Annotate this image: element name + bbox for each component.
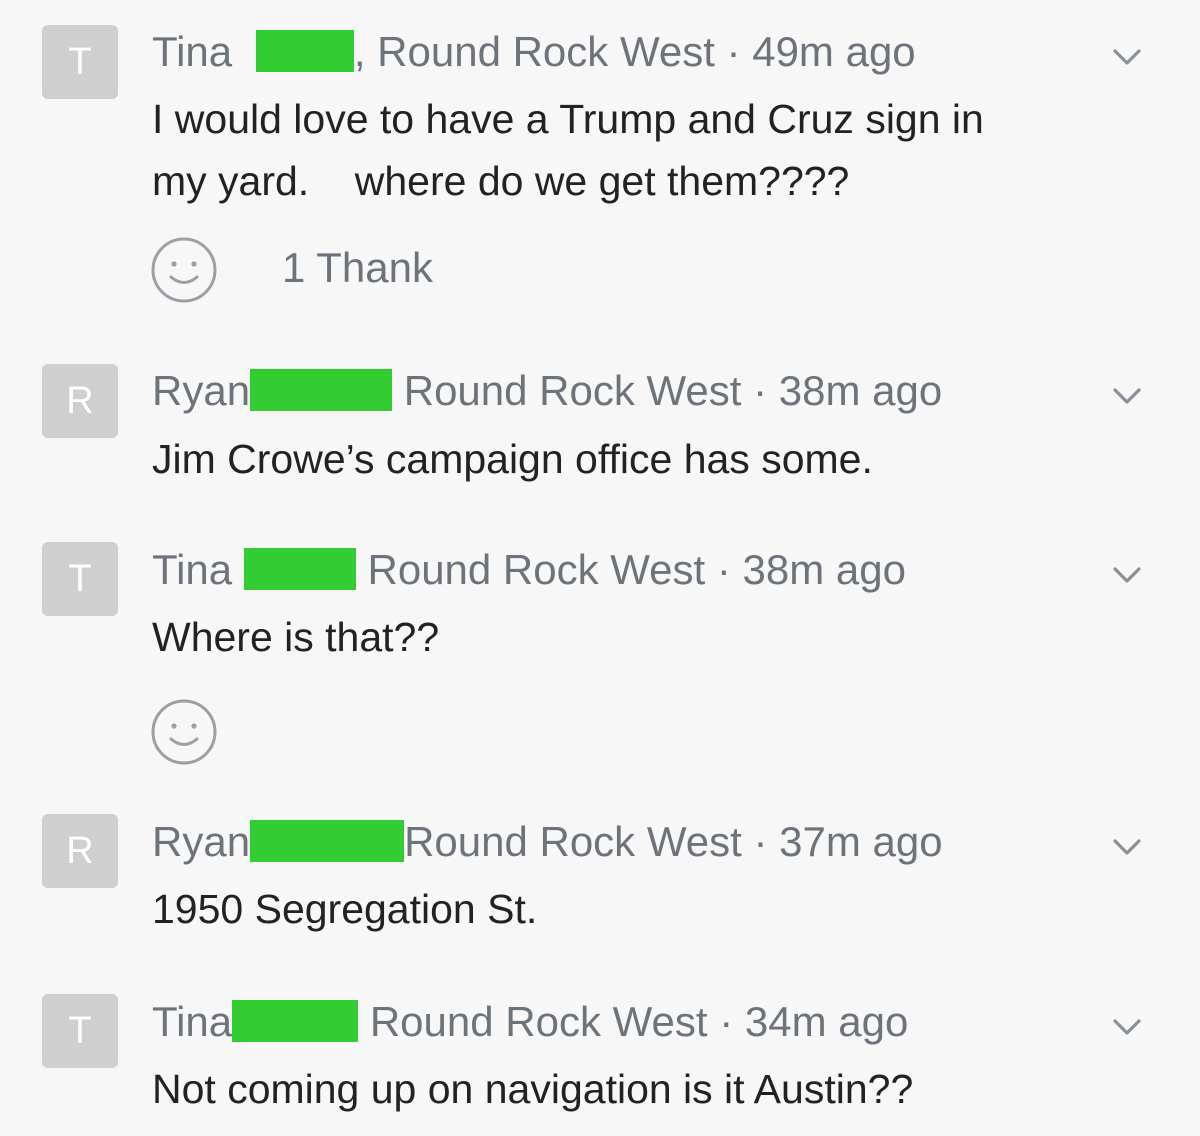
comment-item: R Ryan Round Rock West · 38m ago Jim Cro… [0,340,1200,520]
redaction-box [243,548,356,590]
location-label[interactable]: Round Rock West [377,28,715,75]
timestamp: 34m ago [744,998,909,1045]
avatar[interactable]: T [42,994,118,1068]
comment-body-line: my yard. where do we get them???? [152,158,850,204]
chevron-down-icon[interactable] [1110,558,1144,592]
author-name[interactable]: Tina [152,998,232,1045]
redaction-box [250,369,393,411]
chevron-down-icon[interactable] [1110,40,1144,74]
comment-item: R Ryan Round Rock West · 37m ago 1950 Seg… [0,790,1200,970]
thank-count[interactable]: 1 Thank [282,240,433,296]
location-label[interactable]: Round Rock West [368,546,706,593]
comment-item: T Tina , Round Rock West · 49m ago I wou… [0,0,1200,330]
comment-header: Ryan Round Rock West · 37m ago [152,814,943,870]
comment-item: T Tina Round Rock West · 34m ago Not com… [0,970,1200,1136]
comment-body: 1950 Segregation St. [152,878,1112,940]
location-label[interactable]: Round Rock West [404,818,742,865]
comment-body: Where is that?? [152,606,1112,668]
comment-body-line: Jim Crowe’s campaign office has some. [152,436,873,482]
comment-body: Not coming up on navigation is it Austin… [152,1058,1112,1120]
smiley-icon[interactable] [150,236,218,304]
comment-body: I would love to have a Trump and Cruz si… [152,88,1112,212]
timestamp: 38m ago [742,546,906,593]
author-name[interactable]: Ryan [152,367,250,414]
meta-separator: · [753,818,768,865]
comment-body-line: Where is that?? [152,614,440,660]
meta-separator: · [716,546,731,593]
comment-item: T Tina Round Rock West · 38m ago Where i… [0,520,1200,790]
redaction-box [232,1000,359,1042]
comment-body: Jim Crowe’s campaign office has some. [152,428,1112,490]
timestamp: 49m ago [752,28,916,75]
avatar[interactable]: T [42,25,118,99]
meta-separator: · [753,367,768,414]
comment-header: Tina Round Rock West · 38m ago [152,542,906,598]
comment-header: Tina , Round Rock West · 49m ago [152,24,916,80]
redaction-box [250,820,405,862]
author-name[interactable]: Tina [152,546,232,593]
author-suffix: , [353,28,366,75]
comment-body-line: Not coming up on navigation is it Austin… [152,1066,914,1112]
comment-body-line: 1950 Segregation St. [152,886,538,932]
comment-header: Tina Round Rock West · 34m ago [152,994,908,1050]
author-name[interactable]: Ryan [152,818,250,865]
author-name[interactable]: Tina [152,28,232,75]
meta-separator: · [719,998,734,1045]
avatar[interactable]: T [42,542,118,616]
location-label[interactable]: Round Rock West [370,998,708,1045]
timestamp: 38m ago [778,367,943,414]
chevron-down-icon[interactable] [1110,379,1144,413]
avatar[interactable]: R [42,364,118,438]
meta-separator: · [726,28,741,75]
comment-thread: T Tina , Round Rock West · 49m ago I wou… [0,0,1200,1136]
chevron-down-icon[interactable] [1110,830,1144,864]
location-label[interactable]: Round Rock West [404,367,742,414]
avatar[interactable]: R [42,814,118,888]
smiley-icon[interactable] [150,698,218,766]
comment-header: Ryan Round Rock West · 38m ago [152,363,942,419]
comment-body-line: I would love to have a Trump and Cruz si… [152,96,984,142]
redaction-box [255,30,354,72]
chevron-down-icon[interactable] [1110,1010,1144,1044]
timestamp: 37m ago [779,818,943,865]
